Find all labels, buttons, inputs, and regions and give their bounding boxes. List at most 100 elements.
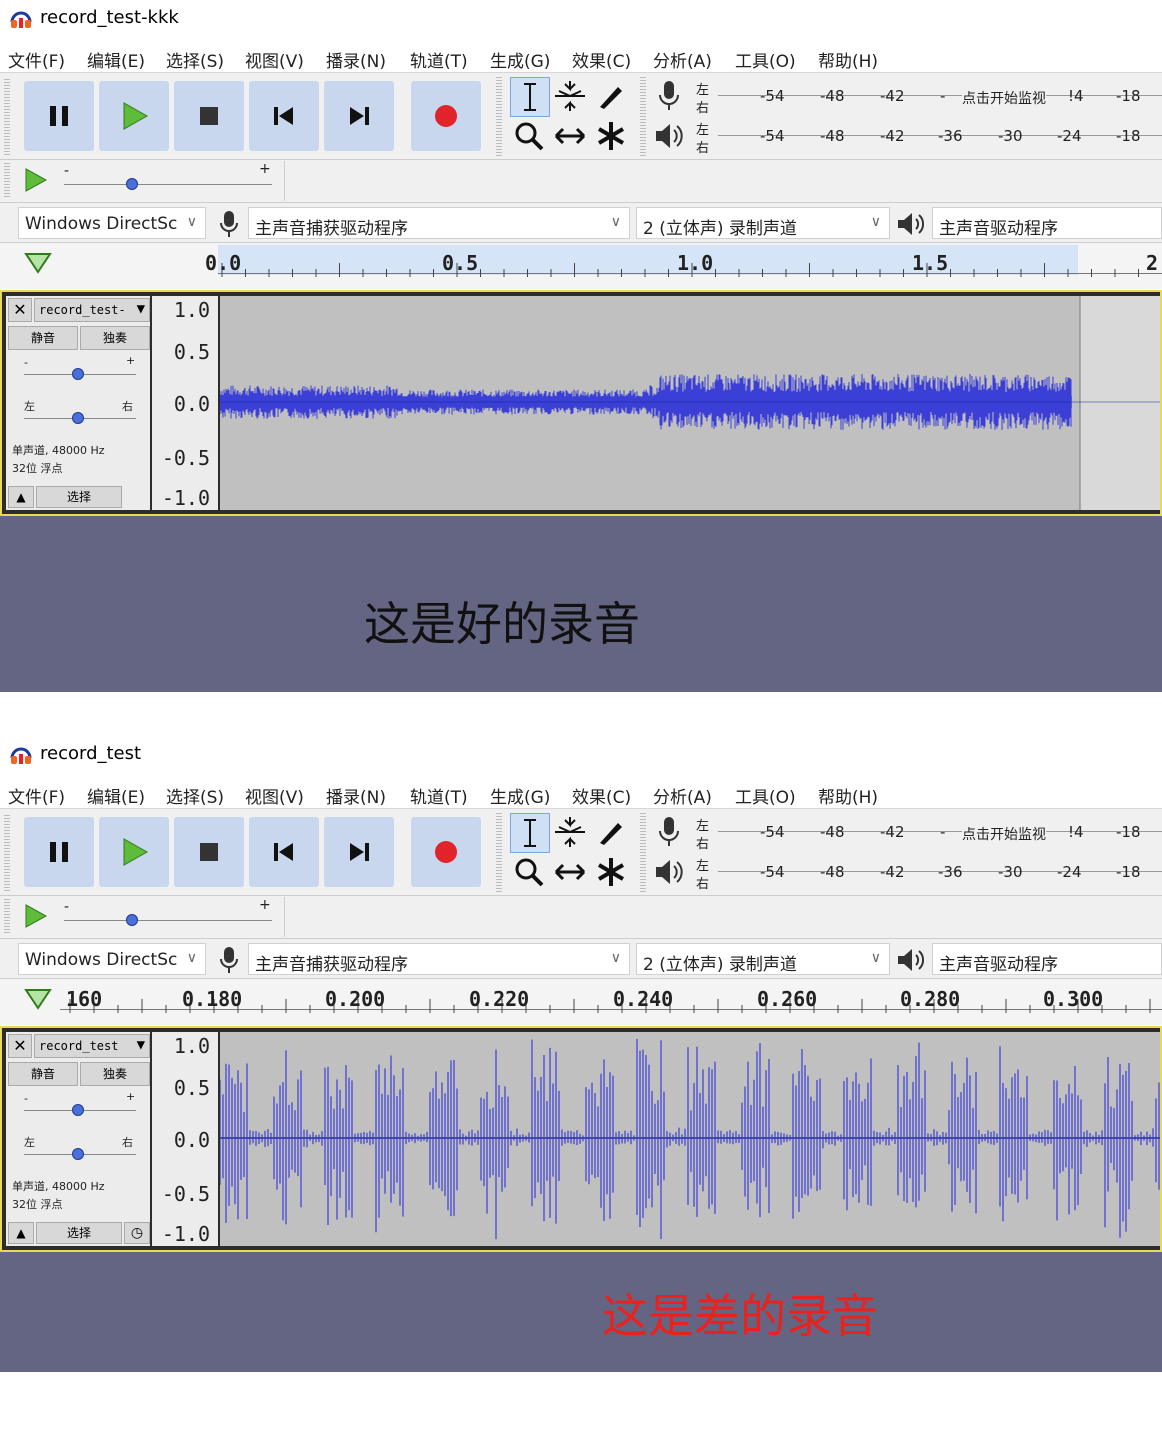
ruler-label: 0.0: [205, 251, 242, 275]
multi-tool[interactable]: [592, 853, 630, 891]
record-meter-button[interactable]: [650, 77, 688, 115]
solo-button[interactable]: 独奏: [80, 1062, 150, 1086]
playspeed-grip[interactable]: [4, 899, 10, 933]
vertical-scale[interactable]: 1.0 0.5 0.0 -0.5 -1.0: [152, 1032, 218, 1246]
envelope-tool[interactable]: [551, 77, 589, 115]
selection-tool[interactable]: [510, 813, 550, 853]
close-track-button[interactable]: ✕: [8, 1034, 32, 1058]
playspeed-grip[interactable]: [4, 163, 10, 197]
speed-slider-thumb[interactable]: [126, 178, 138, 190]
play-meter-button[interactable]: [650, 117, 688, 155]
pause-button[interactable]: [24, 817, 94, 887]
zoom-tool[interactable]: [510, 853, 548, 891]
menu-tracks[interactable]: 轨道(T): [410, 783, 468, 808]
play-button[interactable]: [99, 817, 169, 887]
pan-slider-thumb[interactable]: [72, 1148, 84, 1160]
toolbar-grip[interactable]: [4, 815, 10, 893]
menu-analyze[interactable]: 分析(A): [653, 783, 712, 808]
monitor-hint[interactable]: 点击开始监视: [962, 88, 1046, 108]
toolbar-grip[interactable]: [4, 79, 10, 157]
close-track-button[interactable]: ✕: [8, 298, 32, 322]
stop-button[interactable]: [174, 817, 244, 887]
gain-slider-thumb[interactable]: [72, 1104, 84, 1116]
menu-transport[interactable]: 播录(N): [326, 783, 386, 808]
play-button[interactable]: [99, 81, 169, 151]
speed-slider-thumb[interactable]: [126, 914, 138, 926]
select-track-button[interactable]: 选择: [36, 486, 122, 508]
recording-channels-select[interactable]: 2 (立体声) 录制声道 ∨: [636, 207, 890, 239]
recording-device-select[interactable]: 主声音捕获驱动程序 ∨: [248, 207, 630, 239]
audio-host-select[interactable]: Windows DirectSc ∨: [18, 207, 206, 239]
menu-tools[interactable]: 工具(O): [735, 783, 796, 808]
monitor-hint[interactable]: 点击开始监视: [962, 824, 1046, 844]
recording-device-select[interactable]: 主声音捕获驱动程序 ∨: [248, 943, 630, 975]
playback-device-select[interactable]: 主声音驱动程序: [932, 943, 1162, 975]
time-shift-tool[interactable]: [551, 853, 589, 891]
audio-host-select[interactable]: Windows DirectSc ∨: [18, 943, 206, 975]
menu-select[interactable]: 选择(S): [166, 783, 224, 808]
collapse-track-button[interactable]: ▲: [8, 1222, 34, 1244]
mute-button[interactable]: 静音: [8, 326, 78, 350]
menu-effect[interactable]: 效果(C): [572, 47, 631, 72]
collapse-track-button[interactable]: ▲: [8, 486, 34, 508]
menu-view[interactable]: 视图(V): [245, 783, 304, 808]
draw-tool[interactable]: [592, 813, 630, 851]
playback-device-select[interactable]: 主声音驱动程序: [932, 207, 1162, 239]
waveform-display[interactable]: [220, 1032, 1160, 1246]
menu-file[interactable]: 文件(F): [8, 47, 65, 72]
menu-edit[interactable]: 编辑(E): [87, 47, 145, 72]
skip-end-button[interactable]: [324, 81, 394, 151]
multi-tool[interactable]: [592, 117, 630, 155]
tools-grip[interactable]: [496, 77, 502, 157]
skip-end-button[interactable]: [324, 817, 394, 887]
envelope-tool[interactable]: [551, 813, 589, 851]
vertical-scale[interactable]: 1.0 0.5 0.0 -0.5 -1.0: [152, 296, 218, 510]
skip-start-button[interactable]: [249, 817, 319, 887]
menu-generate[interactable]: 生成(G): [490, 783, 550, 808]
menu-analyze[interactable]: 分析(A): [653, 47, 712, 72]
stop-button[interactable]: [174, 81, 244, 151]
pan-slider-thumb[interactable]: [72, 412, 84, 424]
zoom-tool[interactable]: [510, 117, 548, 155]
time-shift-tool[interactable]: [551, 117, 589, 155]
play-at-speed-icon[interactable]: [22, 902, 50, 930]
track-name-menu[interactable]: record_test ▼: [34, 1034, 150, 1058]
selection-tool[interactable]: [510, 77, 550, 117]
menu-tracks[interactable]: 轨道(T): [410, 47, 468, 72]
meter-grip[interactable]: [640, 77, 646, 157]
speed-slider-track[interactable]: [64, 184, 272, 185]
menu-generate[interactable]: 生成(G): [490, 47, 550, 72]
record-meter-button[interactable]: [650, 813, 688, 851]
mute-button[interactable]: 静音: [8, 1062, 78, 1086]
record-button[interactable]: [411, 81, 481, 151]
menu-transport[interactable]: 播录(N): [326, 47, 386, 72]
waveform-display[interactable]: [220, 296, 1160, 510]
timeline-ruler[interactable]: 160 0.180 0.200 0.220 0.240 0.260 0.280 …: [0, 978, 1162, 1025]
recording-channels-select[interactable]: 2 (立体声) 录制声道 ∨: [636, 943, 890, 975]
record-button[interactable]: [411, 817, 481, 887]
play-meter-button[interactable]: [650, 853, 688, 891]
menu-select[interactable]: 选择(S): [166, 47, 224, 72]
tools-grip[interactable]: [496, 813, 502, 893]
track-name-menu[interactable]: record_test- ▼: [34, 298, 150, 322]
select-track-button[interactable]: 选择: [36, 1222, 122, 1244]
menu-edit[interactable]: 编辑(E): [87, 783, 145, 808]
menu-file[interactable]: 文件(F): [8, 783, 65, 808]
solo-button[interactable]: 独奏: [80, 326, 150, 350]
meter-tick: -54: [760, 823, 785, 841]
skip-start-button[interactable]: [249, 81, 319, 151]
speed-slider-track[interactable]: [64, 920, 272, 921]
meter-grip[interactable]: [640, 813, 646, 893]
sync-lock-button[interactable]: ◷: [124, 1222, 150, 1244]
menu-effect[interactable]: 效果(C): [572, 783, 631, 808]
menu-help[interactable]: 帮助(H): [818, 47, 878, 72]
menu-tools[interactable]: 工具(O): [735, 47, 796, 72]
play-at-speed-icon[interactable]: [22, 166, 50, 194]
draw-tool[interactable]: [592, 77, 630, 115]
pause-button[interactable]: [24, 81, 94, 151]
gain-slider-thumb[interactable]: [72, 368, 84, 380]
menu-help[interactable]: 帮助(H): [818, 783, 878, 808]
timeline-ruler[interactable]: 0.0 0.5 1.0 1.5 2: [0, 242, 1162, 289]
menu-view[interactable]: 视图(V): [245, 47, 304, 72]
meter-tick: -18: [1116, 823, 1141, 841]
